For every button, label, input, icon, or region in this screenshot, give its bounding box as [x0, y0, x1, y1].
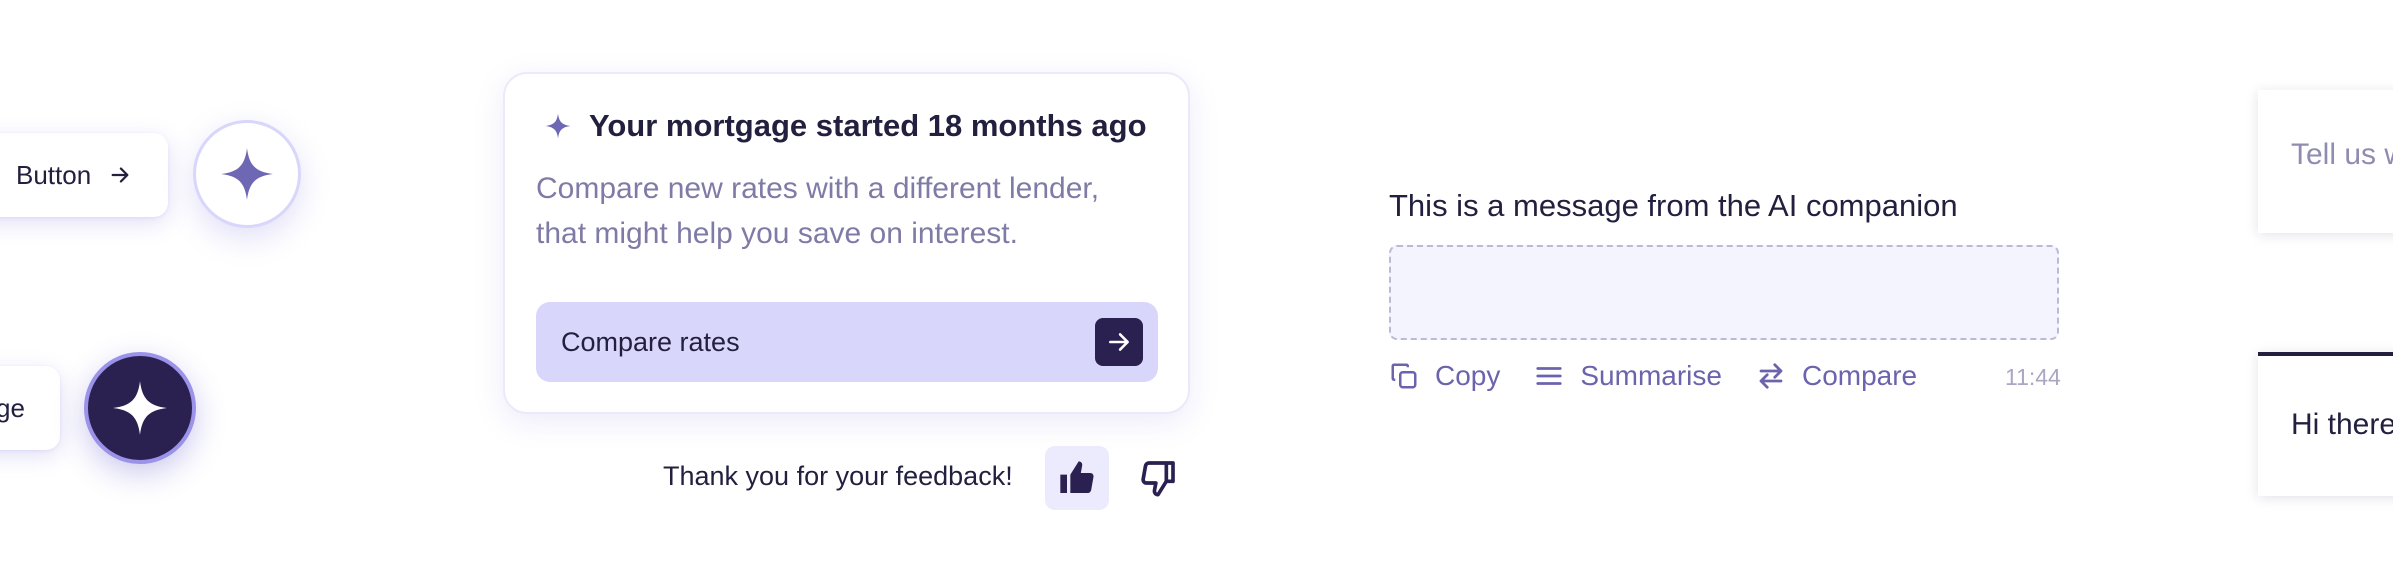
- summarise-label: Summarise: [1580, 360, 1722, 391]
- ai-sparkle-button-dark[interactable]: [84, 352, 196, 464]
- copy-icon: [1391, 363, 1417, 389]
- sparkle-icon: [545, 113, 571, 139]
- feedback-input-panel[interactable]: Tell us w: [2258, 90, 2393, 233]
- compare-button[interactable]: Compare: [1756, 360, 1917, 392]
- copy-button[interactable]: Copy: [1389, 360, 1500, 392]
- ai-sparkle-button-light[interactable]: [193, 120, 301, 228]
- message-actions: Copy Summarise Compare: [1389, 360, 1951, 392]
- text-button[interactable]: Button: [0, 133, 168, 217]
- compare-rates-button[interactable]: Compare rates: [536, 302, 1158, 382]
- arrow-right-icon: [109, 164, 131, 186]
- feedback-message: Thank you for your feedback!: [663, 461, 1013, 491]
- sparkle-icon: [220, 147, 274, 201]
- thumbs-up-button[interactable]: [1045, 446, 1109, 510]
- compare-label: Compare: [1801, 360, 1918, 391]
- button-label: Button: [16, 159, 92, 190]
- thumbs-down-button[interactable]: [1126, 446, 1190, 510]
- card-title-text: Your mortgage started 18 months ago: [589, 108, 1147, 143]
- sparkle-icon: [112, 380, 168, 436]
- list-icon: [1536, 367, 1562, 385]
- mortgage-suggestion-card: Your mortgage started 18 months ago Comp…: [503, 72, 1190, 414]
- ai-message-placeholder: [1389, 245, 2059, 340]
- input-placeholder: Tell us w: [2291, 138, 2393, 171]
- summarise-button[interactable]: Summarise: [1534, 360, 1722, 392]
- card-title: Your mortgage started 18 months ago: [545, 108, 1147, 144]
- thumbs-up-icon: [1057, 458, 1097, 498]
- message-timestamp: 11:44: [2005, 364, 2061, 390]
- partial-button[interactable]: ge: [0, 366, 60, 450]
- copy-label: Copy: [1435, 360, 1501, 391]
- ai-message-text: This is a message from the AI companion: [1389, 188, 1958, 223]
- chat-message-text: Hi there: [2291, 408, 2393, 441]
- arrow-right-icon: [1095, 318, 1143, 366]
- button-label: ge: [0, 392, 25, 423]
- thumbs-down-icon: [1138, 458, 1178, 498]
- card-body-text: Compare new rates with a different lende…: [536, 172, 1100, 250]
- swap-icon: [1759, 363, 1783, 389]
- chat-message-panel: Hi there: [2258, 352, 2393, 496]
- cta-label: Compare rates: [561, 326, 740, 357]
